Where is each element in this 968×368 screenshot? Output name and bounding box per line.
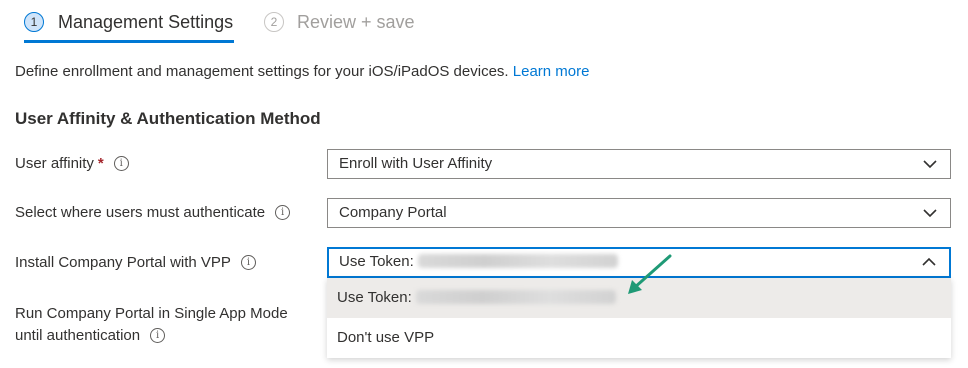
- learn-more-link[interactable]: Learn more: [513, 63, 590, 80]
- vpp-label-text: Install Company Portal with VPP: [15, 254, 231, 271]
- chevron-down-icon: [923, 160, 937, 169]
- vpp-option-dont-use[interactable]: Don't use VPP: [327, 318, 951, 358]
- step-1-number: 1: [24, 12, 44, 32]
- user-affinity-value: Enroll with User Affinity: [339, 155, 493, 172]
- user-affinity-label: User affinity * i: [15, 153, 129, 175]
- vpp-option-label: Use Token:: [337, 289, 412, 306]
- vpp-label: Install Company Portal with VPP i: [15, 252, 256, 274]
- required-marker: *: [97, 155, 104, 172]
- authenticate-label: Select where users must authenticate i: [15, 202, 291, 224]
- vpp-value: Use Token:: [339, 253, 414, 270]
- section-title: User Affinity & Authentication Method: [15, 109, 321, 128]
- single-app-label: Run Company Portal in Single App Mode un…: [15, 303, 288, 347]
- info-icon[interactable]: i: [113, 155, 129, 171]
- authenticate-dropdown[interactable]: Company Portal: [327, 198, 951, 228]
- single-app-label-line1: Run Company Portal in Single App Mode: [15, 305, 288, 322]
- chevron-up-icon: [922, 257, 936, 266]
- annotation-arrow: [628, 254, 672, 294]
- step-2-number: 2: [264, 12, 284, 32]
- user-affinity-label-text: User affinity: [15, 155, 94, 172]
- redacted-token: [417, 254, 618, 269]
- chevron-down-icon: [923, 209, 937, 218]
- intro-description: Define enrollment and management setting…: [15, 63, 509, 80]
- tab-management-settings[interactable]: Management Settings: [58, 10, 233, 34]
- single-app-label-line2-row: until authentication i: [15, 325, 288, 347]
- info-icon[interactable]: i: [275, 204, 291, 220]
- redacted-token: [415, 290, 616, 305]
- user-affinity-dropdown[interactable]: Enroll with User Affinity: [327, 149, 951, 179]
- vpp-option-label: Don't use VPP: [337, 329, 435, 346]
- intro-text: Define enrollment and management setting…: [15, 62, 589, 82]
- authenticate-value: Company Portal: [339, 204, 447, 221]
- authenticate-label-text: Select where users must authenticate: [15, 204, 266, 221]
- single-app-label-line2: until authentication: [15, 327, 141, 344]
- info-icon[interactable]: i: [240, 254, 256, 270]
- active-step-underline: [24, 40, 234, 43]
- tab-review-save[interactable]: Review + save: [297, 10, 415, 34]
- info-icon[interactable]: i: [150, 327, 166, 343]
